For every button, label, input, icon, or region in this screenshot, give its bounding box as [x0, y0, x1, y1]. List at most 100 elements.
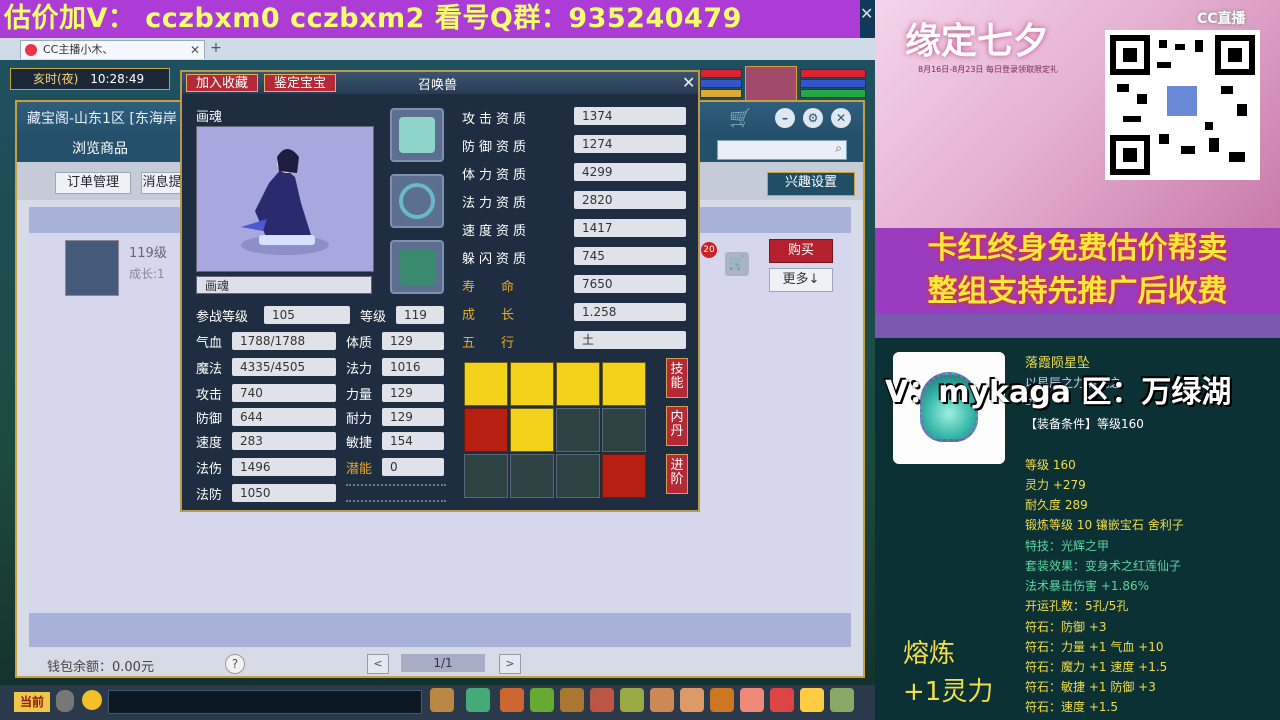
settings-icon[interactable]: ⚙: [803, 108, 823, 128]
event-title: 缘定七夕: [905, 20, 1050, 62]
skill-slot-2[interactable]: [510, 362, 554, 406]
time-period-label: 亥时(夜): [33, 72, 79, 86]
buy-button[interactable]: 购买: [769, 239, 833, 263]
tab-close-icon[interactable]: ✕: [190, 41, 200, 59]
gift-icon[interactable]: [680, 688, 704, 712]
map-icon[interactable]: [650, 688, 674, 712]
pet-name-label: 画魂: [196, 110, 223, 125]
pet-window-title: 召唤兽: [418, 78, 458, 93]
close-icon[interactable]: ✕: [860, 4, 875, 28]
mp-bar: [700, 79, 742, 88]
smelt-title: 熔炼: [903, 639, 956, 669]
new-tab-icon[interactable]: +: [208, 40, 224, 56]
messages-button[interactable]: 消息提: [141, 172, 183, 194]
lifespan-label: 寿 命: [462, 280, 515, 295]
skill-tab-button[interactable]: 技能: [666, 358, 688, 398]
qr-code-icon: [1105, 30, 1260, 180]
next-page-button[interactable]: >: [499, 654, 521, 674]
attack-aptitude-value: 1374: [574, 107, 686, 125]
growth-value: 1.258: [574, 303, 686, 321]
pet-equip-slot-3[interactable]: [390, 240, 444, 294]
smile-icon[interactable]: [800, 688, 824, 712]
armor-icon: [399, 117, 435, 153]
pet-equip-slot-2[interactable]: [390, 174, 444, 228]
advance-tab-button[interactable]: 进阶: [666, 454, 688, 494]
emoji-icon[interactable]: [82, 690, 102, 710]
defense-aptitude-value: 1274: [574, 135, 686, 153]
item-stat-line: 锻炼等级 10 镶嵌宝石 舍利子: [1025, 518, 1184, 532]
constitution-label: 体质: [346, 336, 373, 351]
skill-icon[interactable]: [530, 688, 554, 712]
skill-slot-3[interactable]: [556, 362, 600, 406]
rune-line: 符石：魔力 +1 速度 +1.5: [1025, 660, 1168, 674]
skill-slot-12[interactable]: [602, 454, 646, 498]
activity-icon[interactable]: [770, 688, 794, 712]
pet-mp-bar: [800, 79, 866, 88]
pet-exp-bar: [800, 89, 866, 98]
rune-line: 符石：速度 +1.5: [1025, 700, 1118, 714]
team-icon[interactable]: [560, 688, 584, 712]
friends-icon[interactable]: [590, 688, 614, 712]
skill-slot-4[interactable]: [602, 362, 646, 406]
guild-icon[interactable]: [710, 688, 734, 712]
endurance-label: 耐力: [346, 412, 373, 427]
bag-icon[interactable]: [500, 688, 524, 712]
summon-beast-window: 加入收藏 鉴定宝宝 召唤兽 ✕ 画魂 画魂 参战等级 105 气血 1788/1…: [180, 70, 700, 512]
skill-slot-6[interactable]: [510, 408, 554, 452]
quest-icon[interactable]: [620, 688, 644, 712]
help-icon[interactable]: ?: [225, 654, 245, 674]
orders-button[interactable]: 订单管理: [55, 172, 131, 194]
qr-pattern: [1110, 35, 1255, 175]
cart-icon[interactable]: 🛒: [729, 108, 751, 129]
skill-slot-10[interactable]: [510, 454, 554, 498]
stream-top-banner: 估价加V： cczbxm0 cczbxm2 看号Q群：935240479: [0, 0, 860, 38]
skill-slot-1[interactable]: [464, 362, 508, 406]
pet-hp-bar: [800, 69, 866, 78]
skill-slot-5[interactable]: [464, 408, 508, 452]
rune-line: 符石：敏捷 +1 防御 +3: [1025, 680, 1156, 694]
current-channel-button[interactable]: 当前: [14, 692, 50, 712]
minimize-icon[interactable]: –: [775, 108, 795, 128]
close-icon[interactable]: ✕: [682, 73, 695, 92]
game-time: 10:28:49: [90, 72, 145, 86]
sp-bar: [700, 89, 742, 98]
close-icon[interactable]: ✕: [831, 108, 851, 128]
shop-title: 藏宝阁-山东1区 [东海岸: [27, 111, 177, 127]
mall-icon[interactable]: [740, 688, 764, 712]
prev-page-button[interactable]: <: [367, 654, 389, 674]
skill-slot-7[interactable]: [556, 408, 600, 452]
add-favorite-button[interactable]: 加入收藏: [186, 74, 258, 92]
item-avatar[interactable]: [65, 240, 119, 296]
dodge-aptitude-value: 745: [574, 247, 686, 265]
browser-tab[interactable]: CC主播小木、 ✕: [20, 40, 205, 59]
mana-label: 法力: [346, 362, 373, 377]
ring-icon: [399, 183, 435, 219]
mp-label: 魔法: [196, 362, 223, 377]
microphone-icon[interactable]: [56, 690, 74, 712]
item-growth: 成长:1: [129, 267, 165, 281]
system-icon[interactable]: [830, 688, 854, 712]
weapon-icon[interactable]: [466, 688, 490, 712]
smelt-value: +1灵力: [903, 677, 994, 707]
interest-settings-button[interactable]: 兴趣设置: [767, 172, 855, 196]
inner-dan-tab-button[interactable]: 内丹: [666, 406, 688, 446]
skill-slot-8[interactable]: [602, 408, 646, 452]
skill-slot-9[interactable]: [464, 454, 508, 498]
speed-label: 速度: [196, 436, 223, 451]
skill-slot-11[interactable]: [556, 454, 600, 498]
mp-value: 4335/4505: [232, 358, 336, 376]
chat-input[interactable]: [108, 690, 422, 714]
pet-icon[interactable]: [430, 688, 454, 712]
magic-defense-value: 1050: [232, 484, 336, 502]
rune-line: 符石：力量 +1 气血 +10: [1025, 640, 1164, 654]
tab-browse-goods[interactable]: 浏览商品: [72, 138, 128, 158]
more-button[interactable]: 更多↓: [769, 268, 833, 292]
search-icon[interactable]: ⌕: [835, 141, 842, 156]
item-special-skill: 特技：光辉之甲: [1025, 539, 1110, 553]
add-to-cart-icon[interactable]: 🛒: [725, 252, 749, 276]
cart-count-badge: 20: [701, 242, 717, 258]
magic-damage-label: 法伤: [196, 462, 223, 477]
appraise-button[interactable]: 鉴定宝宝: [264, 74, 336, 92]
search-input[interactable]: ⌕: [717, 140, 847, 160]
pet-equip-slot-1[interactable]: [390, 108, 444, 162]
